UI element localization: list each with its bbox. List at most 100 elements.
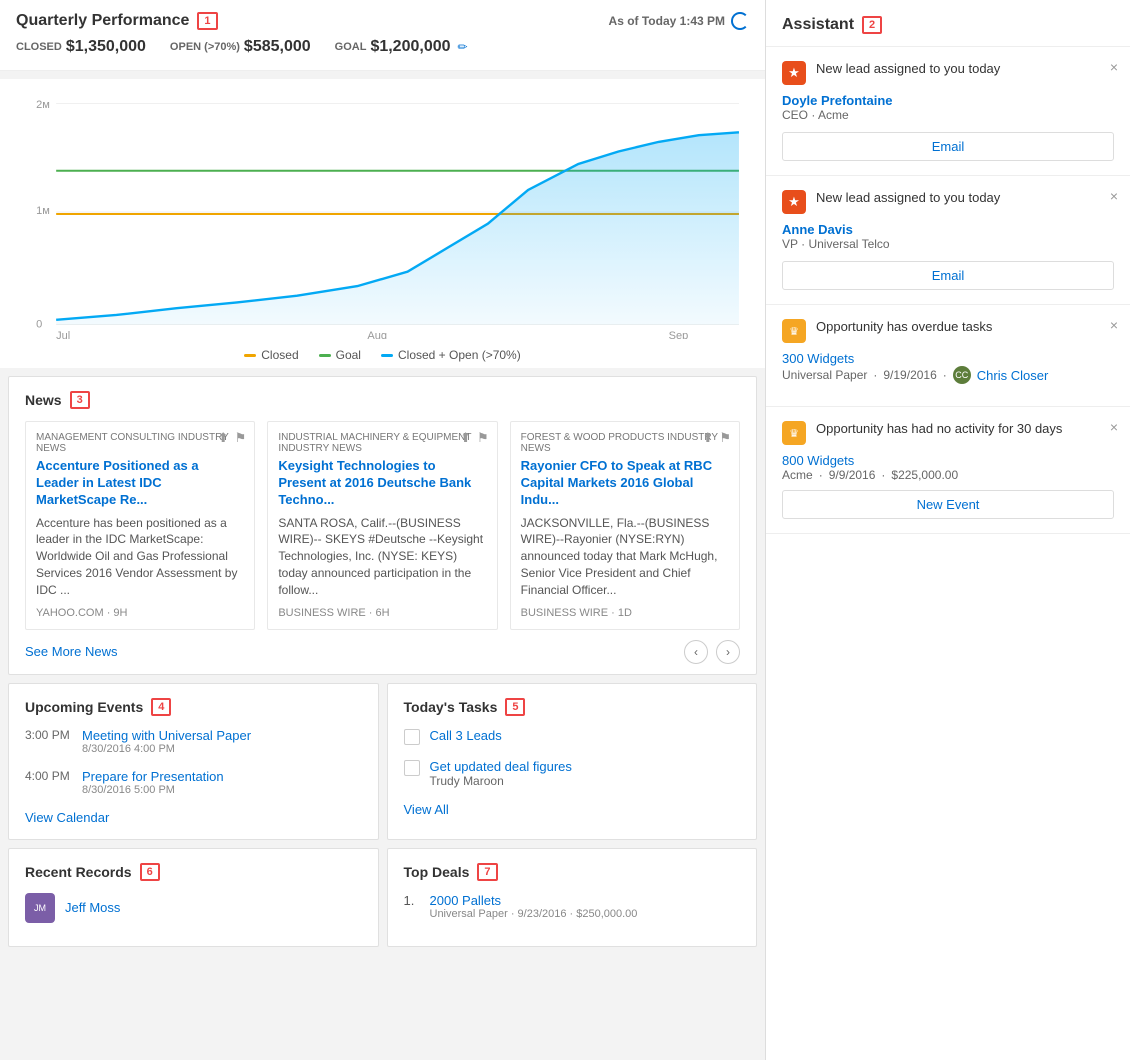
next-news-button[interactable]: › [716,640,740,664]
star-icon-1: ★ [782,190,806,214]
legend-closed-dot [244,354,256,357]
prev-news-button[interactable]: ‹ [684,640,708,664]
performance-chart: 2м 1м 0 Jul Aug Sep [16,89,749,339]
tasks-title: Today's Tasks [404,699,498,715]
legend-closed-open-label: Closed + Open (>70%) [398,348,521,362]
timestamp-text: As of Today 1:43 PM [609,14,725,28]
deal-meta-0: Universal Paper · 9/23/2016 · $250,000.0… [430,908,638,920]
news-title-0[interactable]: Accenture Positioned as a Leader in Late… [36,458,244,509]
email-button-1[interactable]: Email [782,261,1114,290]
opp-date-1: 9/9/2016 [829,468,876,482]
top-deals-card: Top Deals 7 1. 2000 Pallets Universal Pa… [387,848,758,947]
assistant-card-1: × ★ New lead assigned to you today Anne … [766,176,1130,305]
performance-card: Quarterly Performance 1 As of Today 1:43… [0,0,765,71]
assistant-card-0: × ★ New lead assigned to you today Doyle… [766,47,1130,176]
task-checkbox-1[interactable] [404,760,420,776]
open-value: $585,000 [244,38,311,56]
opp-owner-0[interactable]: Chris Closer [977,368,1049,383]
assistant-sidebar: Assistant 2 × ★ New lead assigned to you… [765,0,1130,1060]
tasks-badge: 5 [505,698,525,716]
flag-icon[interactable]: ⚑ [235,430,247,446]
open-label: OPEN (>70%) [170,41,240,53]
person-title-0: CEO · Acme [782,108,1114,122]
assistant-badge: 2 [862,16,882,34]
event-name-0[interactable]: Meeting with Universal Paper [82,728,251,743]
record-name-0[interactable]: Jeff Moss [65,900,120,915]
news-item: ⬆ ⚑ Management Consulting Industry News … [25,421,255,630]
deal-name-0[interactable]: 2000 Pallets [430,893,638,908]
chart-area: 2м 1м 0 Jul Aug Sep [0,79,765,368]
news-body-1: SANTA ROSA, Calif.--(BUSINESS WIRE)-- SK… [278,515,486,599]
news-title-row: News 3 [25,391,740,409]
news-item: ⬆ ⚑ Forest & Wood Products Industry News… [510,421,740,630]
news-footer-0: YAHOO.COM · 9h [36,607,244,619]
flag-icon[interactable]: ⚑ [719,430,731,446]
assistant-card-2: × ♛ Opportunity has overdue tasks 300 Wi… [766,305,1130,407]
opportunity-link-1[interactable]: 800 Widgets [782,453,1114,468]
close-card-3[interactable]: × [1110,419,1118,435]
opportunity-link-0[interactable]: 300 Widgets [782,351,1114,366]
close-card-0[interactable]: × [1110,59,1118,75]
record-icon: JM [32,900,48,916]
crown-icon-1: ♛ [782,421,806,445]
person-title-1: VP · Universal Telco [782,237,1114,251]
email-button-0[interactable]: Email [782,132,1114,161]
news-body-0: Accenture has been positioned as a leade… [36,515,244,599]
performance-title: Quarterly Performance [16,12,189,30]
news-grid: ⬆ ⚑ Management Consulting Industry News … [25,421,740,630]
svg-text:1м: 1м [36,205,50,217]
closed-value: $1,350,000 [66,38,146,56]
chart-legend: Closed Goal Closed + Open (>70%) [16,348,749,362]
news-section: News 3 ⬆ ⚑ Management Consulting Industr… [8,376,757,675]
deal-item-0: 1. 2000 Pallets Universal Paper · 9/23/2… [404,893,741,920]
todays-tasks-card: Today's Tasks 5 Call 3 Leads Get updated… [387,683,758,840]
goal-stat: GOAL $1,200,000 ✏ [335,38,468,56]
view-all-tasks-link[interactable]: View All [404,802,741,817]
legend-closed: Closed [244,348,298,362]
news-title-2[interactable]: Rayonier CFO to Speak at RBC Capital Mar… [521,458,729,509]
view-calendar-link[interactable]: View Calendar [25,810,362,825]
news-actions-0: ⬆ ⚑ [218,430,247,446]
person-name-0[interactable]: Doyle Prefontaine [782,93,1114,108]
news-body-2: JACKSONVILLE, Fla.--(BUSINESS WIRE)--Ray… [521,515,729,599]
flag-icon[interactable]: ⚑ [477,430,489,446]
star-icon-0: ★ [782,61,806,85]
events-badge: 4 [151,698,171,716]
assistant-card-text-2: Opportunity has overdue tasks [816,319,992,334]
see-more-news-link[interactable]: See More News [25,644,117,659]
share-icon[interactable]: ⬆ [218,430,229,446]
task-label-0[interactable]: Call 3 Leads [430,728,502,743]
goal-label: GOAL [335,41,367,53]
svg-text:2м: 2м [36,99,50,111]
event-time-1: 4:00 PM [25,769,70,796]
news-title-1[interactable]: Keysight Technologies to Present at 2016… [278,458,486,509]
share-icon[interactable]: ⬆ [460,430,471,446]
assistant-title: Assistant [782,16,854,34]
news-footer-2: BUSINESS WIRE · 1d [521,607,729,619]
svg-text:0: 0 [36,319,42,331]
event-time-0: 3:00 PM [25,728,70,755]
open-stat: OPEN (>70%) $585,000 [170,38,311,56]
share-icon[interactable]: ⬆ [702,430,713,446]
event-name-1[interactable]: Prepare for Presentation [82,769,224,784]
news-nav: See More News ‹ › [25,640,740,664]
main-content: Quarterly Performance 1 As of Today 1:43… [0,0,765,1060]
news-source-2: Forest & Wood Products Industry News [521,432,729,454]
event-date-0: 8/30/2016 4:00 PM [82,743,251,755]
legend-goal-label: Goal [336,348,361,362]
task-checkbox-0[interactable] [404,729,420,745]
edit-goal-icon[interactable]: ✏ [458,40,468,54]
assistant-card-header-1: ★ New lead assigned to you today [782,190,1114,214]
close-card-1[interactable]: × [1110,188,1118,204]
refresh-icon[interactable] [731,12,749,30]
task-sub-1: Trudy Maroon [430,774,572,788]
deals-title: Top Deals [404,864,470,880]
task-label-1[interactable]: Get updated deal figures [430,759,572,774]
news-badge: 3 [70,391,90,409]
closed-stat: CLOSED $1,350,000 [16,38,146,56]
assistant-header: Assistant 2 [766,0,1130,47]
person-name-1[interactable]: Anne Davis [782,222,1114,237]
close-card-2[interactable]: × [1110,317,1118,333]
new-event-button[interactable]: New Event [782,490,1114,519]
performance-badge: 1 [197,12,217,30]
